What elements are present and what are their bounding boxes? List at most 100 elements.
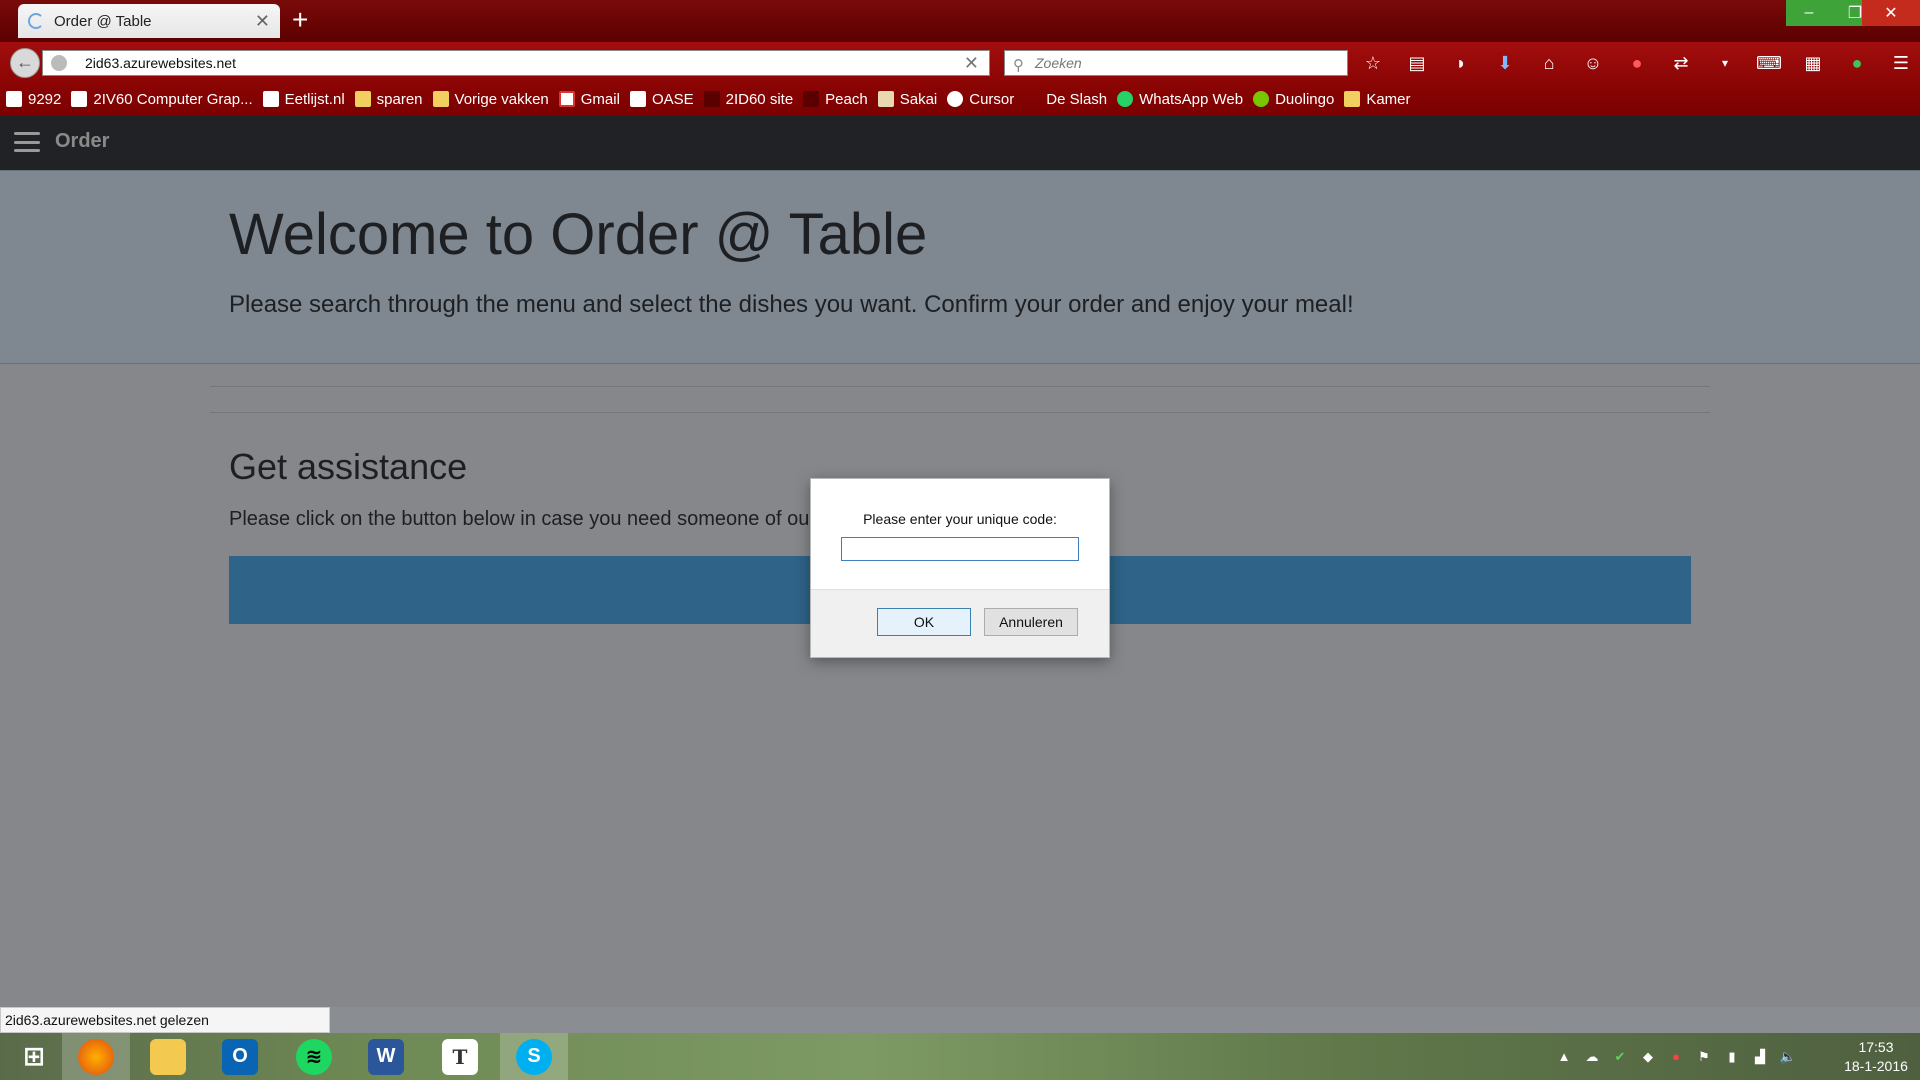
- bookmark-item[interactable]: 9292: [6, 91, 61, 108]
- ok-button[interactable]: OK: [877, 608, 971, 636]
- grid-addon-icon[interactable]: ▦: [1800, 50, 1826, 76]
- clock-time: 17:53: [1858, 1039, 1894, 1055]
- page-icon: [1024, 91, 1040, 107]
- start-button[interactable]: ⊞: [0, 1033, 68, 1080]
- page-icon: [703, 91, 720, 107]
- security-check-icon[interactable]: ✔: [1612, 1049, 1628, 1065]
- bookmark-item[interactable]: WhatsApp Web: [1117, 91, 1243, 108]
- battery-icon[interactable]: ▮: [1724, 1049, 1740, 1065]
- prompt-message: Please enter your unique code:: [863, 511, 1057, 527]
- bookmark-item[interactable]: Cursor: [947, 91, 1014, 108]
- bookmark-item[interactable]: sparen: [354, 91, 423, 108]
- bookmark-item[interactable]: Gmail: [558, 91, 620, 108]
- bookmark-item[interactable]: Peach: [803, 91, 868, 108]
- stop-loading-icon[interactable]: ✕: [964, 51, 979, 75]
- outlook-icon: O: [222, 1038, 258, 1075]
- bookmark-9292-icon: [6, 91, 22, 107]
- welcome-banner: Welcome to Order @ Table Please search t…: [0, 170, 1920, 364]
- folder-icon: [432, 91, 449, 107]
- show-hidden-icons-icon[interactable]: ▲: [1556, 1049, 1572, 1065]
- minimize-icon[interactable]: –: [1786, 0, 1832, 26]
- divider: [210, 386, 1710, 387]
- translate-addon-icon[interactable]: ⇄: [1668, 50, 1694, 76]
- browser-navbar: ← 2id63.azurewebsites.net ✕ ⚲ Zoeken ☆ ▤…: [0, 42, 1920, 82]
- sakai-icon: [877, 91, 894, 107]
- gmail-icon: [558, 91, 575, 107]
- tue-icon: [629, 91, 646, 107]
- close-tab-icon[interactable]: ✕: [255, 11, 270, 32]
- loading-spinner-icon: [28, 13, 44, 29]
- home-icon[interactable]: ⌂: [1536, 50, 1562, 76]
- assistance-text: Please click on the button below in case…: [229, 508, 810, 530]
- taskbar-spotify[interactable]: ≋: [280, 1033, 348, 1080]
- bookmark-item[interactable]: Kamer: [1344, 91, 1411, 108]
- app-navbar: Order: [0, 116, 1920, 170]
- taskbar-texmaker[interactable]: T: [426, 1033, 494, 1080]
- dropdown-arrow-icon[interactable]: ▾: [1712, 50, 1738, 76]
- duolingo-icon: [1253, 91, 1270, 107]
- bookmark-item[interactable]: Sakai: [877, 91, 937, 108]
- taskbar-clock[interactable]: 17:53 18-1-2016: [1836, 1038, 1916, 1076]
- close-window-icon[interactable]: ✕: [1862, 0, 1920, 26]
- folder-icon: [1344, 91, 1361, 107]
- bookmark-item[interactable]: OASE: [629, 91, 694, 108]
- tex-icon: T: [442, 1038, 478, 1075]
- prompt-dialog: Please enter your unique code: OK Annule…: [810, 478, 1110, 658]
- folder-icon: [354, 91, 371, 107]
- search-icon: ⚲: [1013, 57, 1024, 74]
- firefox-icon: [78, 1038, 114, 1075]
- tue-icon: [71, 91, 88, 107]
- mcafee-icon[interactable]: ●: [1668, 1049, 1684, 1065]
- taskbar-outlook[interactable]: O: [206, 1033, 274, 1080]
- green-addon-icon[interactable]: ●: [1844, 50, 1870, 76]
- welcome-title: Welcome to Order @ Table: [229, 202, 928, 267]
- search-placeholder: Zoeken: [1035, 55, 1082, 71]
- divider: [210, 412, 1710, 413]
- status-text: 2id63.azurewebsites.net gelezen: [0, 1007, 330, 1033]
- unique-code-input[interactable]: [841, 537, 1079, 561]
- clock-date: 18-1-2016: [1844, 1058, 1908, 1074]
- action-center-flag-icon[interactable]: ⚑: [1696, 1049, 1712, 1065]
- browser-titlebar: Order @ Table ✕ + – ❐ ✕: [0, 0, 1920, 42]
- taskbar-word[interactable]: W: [352, 1033, 420, 1080]
- language-addon-icon[interactable]: ⌨: [1756, 50, 1782, 76]
- folder-icon: [150, 1038, 186, 1075]
- bookmark-item[interactable]: Vorige vakken: [432, 91, 549, 108]
- bookmark-item[interactable]: De Slash: [1024, 91, 1107, 108]
- search-input[interactable]: ⚲ Zoeken: [1004, 50, 1348, 76]
- cancel-button[interactable]: Annuleren: [984, 608, 1078, 636]
- spotify-icon: ≋: [296, 1038, 332, 1075]
- bookmark-item[interactable]: 2ID60 site: [703, 91, 793, 108]
- whatsapp-icon: [1117, 91, 1134, 107]
- back-arrow-icon[interactable]: ←: [10, 48, 40, 78]
- taskbar: ⊞ O ≋ W T S ▲ ☁ ✔ ◆ ● ⚑ ▮ ▟ 🔈 17:53 18-1…: [0, 1033, 1920, 1080]
- ublock-icon[interactable]: ●: [1624, 50, 1650, 76]
- taskbar-skype[interactable]: S: [500, 1033, 568, 1080]
- app-brand[interactable]: Order: [55, 130, 109, 153]
- bookmark-item[interactable]: Eetlijst.nl: [262, 91, 345, 108]
- site-info-icon[interactable]: [51, 55, 67, 71]
- address-bar[interactable]: 2id63.azurewebsites.net ✕: [42, 50, 990, 76]
- hamburger-menu-icon[interactable]: [14, 132, 40, 152]
- dialog-footer: OK Annuleren: [811, 589, 1109, 657]
- emoji-addon-icon[interactable]: ☺: [1580, 50, 1606, 76]
- windows-logo-icon: ⊞: [23, 1041, 45, 1071]
- downloads-icon[interactable]: ⬇: [1492, 50, 1518, 76]
- taskbar-firefox[interactable]: [62, 1033, 130, 1080]
- taskbar-explorer[interactable]: [134, 1033, 202, 1080]
- bookmark-item[interactable]: 2IV60 Computer Grap...: [71, 91, 253, 108]
- volume-icon[interactable]: 🔈: [1780, 1049, 1796, 1065]
- word-icon: W: [368, 1038, 404, 1075]
- bookmark-item[interactable]: Duolingo: [1253, 91, 1334, 108]
- browser-tab[interactable]: Order @ Table ✕: [18, 4, 280, 38]
- dropbox-icon[interactable]: ◆: [1640, 1049, 1656, 1065]
- menu-icon[interactable]: ☰: [1888, 50, 1914, 76]
- system-tray: ▲ ☁ ✔ ◆ ● ⚑ ▮ ▟ 🔈: [1556, 1033, 1797, 1080]
- pocket-icon[interactable]: ◗: [1448, 50, 1474, 76]
- bookmarks-menu-icon[interactable]: ▤: [1404, 50, 1430, 76]
- eetlijst-icon: [262, 91, 279, 107]
- new-tab-icon[interactable]: +: [292, 4, 308, 36]
- bookmark-star-icon[interactable]: ☆: [1360, 50, 1386, 76]
- onedrive-icon[interactable]: ☁: [1584, 1049, 1600, 1065]
- network-signal-icon[interactable]: ▟: [1752, 1049, 1768, 1065]
